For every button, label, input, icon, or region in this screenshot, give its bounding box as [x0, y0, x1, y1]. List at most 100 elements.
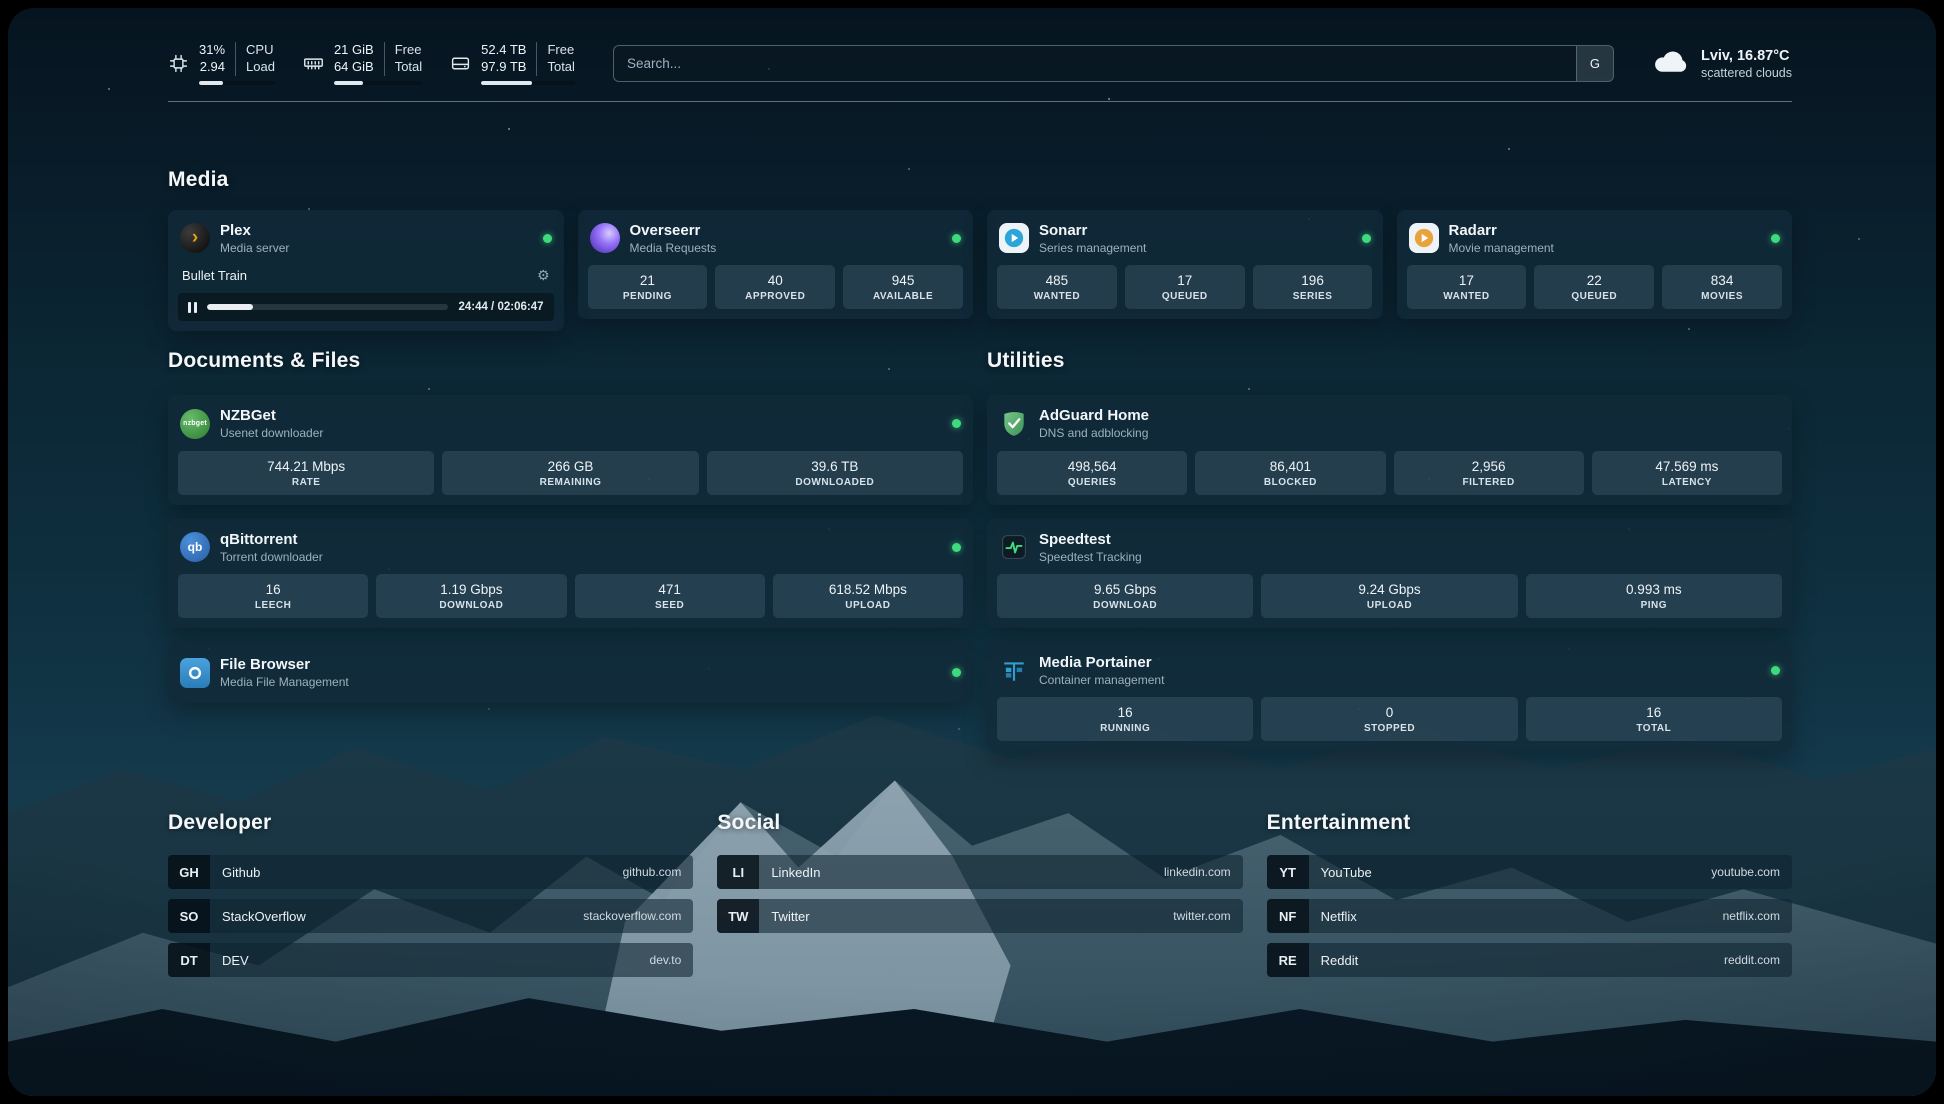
status-dot: [1362, 234, 1371, 243]
playback-progress[interactable]: [207, 304, 448, 310]
disk-total-value: 97.9 TB: [481, 59, 526, 76]
service-card-overseerr[interactable]: Overseerr Media Requests 21 PENDING 40 A…: [578, 210, 974, 319]
stat-queued: 22 QUEUED: [1534, 265, 1654, 309]
stat-download: 9.65 Gbps DOWNLOAD: [997, 574, 1253, 618]
topbar-divider: [168, 101, 1792, 102]
service-title: Radarr: [1449, 222, 1554, 240]
bookmark-github[interactable]: GH Github github.com: [168, 855, 693, 889]
memory-total-label: Total: [395, 59, 422, 76]
bookmark-group-social: Social LI LinkedIn linkedin.com TW Twitt…: [717, 811, 1242, 987]
cpu-progress-bar: [199, 81, 275, 85]
bookmark-youtube[interactable]: YT YouTube youtube.com: [1267, 855, 1792, 889]
bookmark-abbr: DT: [168, 943, 210, 977]
service-title: AdGuard Home: [1039, 407, 1149, 425]
weather-widget: Lviv, 16.87°C scattered clouds: [1652, 47, 1792, 80]
section-title-developer: Developer: [168, 811, 693, 835]
topbar: 31% 2.94 CPU Load: [168, 8, 1792, 85]
playback-time: 24:44 / 02:06:47: [458, 301, 543, 313]
section-title-utilities: Utilities: [987, 349, 1792, 373]
service-card-plex[interactable]: › Plex Media server Bullet Train ⚙: [168, 210, 564, 331]
bookmark-name: Twitter: [771, 909, 809, 924]
weather-condition: scattered clouds: [1701, 66, 1792, 80]
bookmark-name: StackOverflow: [222, 909, 306, 924]
service-subtitle: Media server: [220, 241, 289, 255]
bookmark-stackoverflow[interactable]: SO StackOverflow stackoverflow.com: [168, 899, 693, 933]
stat-queries: 498,564 QUERIES: [997, 451, 1187, 495]
service-card-sonarr[interactable]: Sonarr Series management 485 WANTED 17 Q…: [987, 210, 1383, 319]
status-dot: [952, 234, 961, 243]
gear-icon[interactable]: ⚙: [537, 267, 550, 284]
service-card-adguard[interactable]: AdGuard Home DNS and adblocking 498,564 …: [987, 395, 1792, 504]
disk-total-label: Total: [547, 59, 574, 76]
filebrowser-icon: [180, 658, 210, 688]
overseerr-icon: [590, 223, 620, 253]
service-card-nzbget[interactable]: nzbget NZBGet Usenet downloader 744.21 M…: [168, 395, 973, 504]
disk-progress-bar: [481, 81, 575, 85]
section-media: Media › Plex Media server Bullet Train: [168, 168, 1792, 331]
sonarr-icon: [999, 223, 1029, 253]
dashboard-content: 31% 2.94 CPU Load: [8, 8, 1936, 1096]
section-utilities: Utilities: [987, 349, 1792, 751]
stat-rate: 744.21 Mbps RATE: [178, 451, 434, 495]
disk-icon: [450, 53, 471, 74]
stat-approved: 40 APPROVED: [715, 265, 835, 309]
resource-widget-cpu: 31% 2.94 CPU Load: [168, 42, 275, 85]
status-dot: [952, 668, 961, 677]
stat-stopped: 0 STOPPED: [1261, 697, 1517, 741]
resource-widget-disk: 52.4 TB 97.9 TB Free Total: [450, 42, 575, 85]
stat-seed: 471 SEED: [575, 574, 765, 618]
service-subtitle: Container management: [1039, 673, 1164, 687]
disk-free-label: Free: [547, 42, 574, 59]
cpu-label: CPU: [246, 42, 275, 59]
cloud-icon: [1652, 47, 1689, 79]
bookmark-name: DEV: [222, 953, 249, 968]
service-card-radarr[interactable]: Radarr Movie management 17 WANTED 22 QUE…: [1397, 210, 1793, 319]
bookmark-abbr: TW: [717, 899, 759, 933]
resource-widgets: 31% 2.94 CPU Load: [168, 42, 575, 85]
bookmark-url: linkedin.com: [1164, 865, 1231, 879]
memory-icon: [303, 53, 324, 74]
service-title: NZBGet: [220, 407, 323, 425]
bookmark-netflix[interactable]: NF Netflix netflix.com: [1267, 899, 1792, 933]
service-title: Media Portainer: [1039, 654, 1164, 672]
service-title: File Browser: [220, 656, 349, 674]
status-dot: [952, 543, 961, 552]
bookmark-twitter[interactable]: TW Twitter twitter.com: [717, 899, 1242, 933]
stat-filtered: 2,956 FILTERED: [1394, 451, 1584, 495]
pause-icon[interactable]: [188, 302, 197, 313]
memory-progress-bar: [334, 81, 422, 85]
service-card-qbittorrent[interactable]: qb qBittorrent Torrent downloader 16 LEE…: [168, 519, 973, 628]
service-card-filebrowser[interactable]: File Browser Media File Management: [168, 642, 973, 703]
bookmark-name: YouTube: [1321, 865, 1372, 880]
bookmark-abbr: GH: [168, 855, 210, 889]
service-card-speedtest[interactable]: Speedtest Speedtest Tracking 9.65 Gbps D…: [987, 519, 1792, 628]
bookmark-abbr: RE: [1267, 943, 1309, 977]
stat-queued: 17 QUEUED: [1125, 265, 1245, 309]
bookmark-linkedin[interactable]: LI LinkedIn linkedin.com: [717, 855, 1242, 889]
stat-leech: 16 LEECH: [178, 574, 368, 618]
search-provider-button[interactable]: G: [1576, 46, 1613, 81]
weather-location: Lviv, 16.87°C: [1701, 47, 1792, 66]
stat-wanted: 17 WANTED: [1407, 265, 1527, 309]
stat-blocked: 86,401 BLOCKED: [1195, 451, 1385, 495]
search-input[interactable]: [614, 56, 1576, 71]
stat-upload: 618.52 Mbps UPLOAD: [773, 574, 963, 618]
stat-latency: 47.569 ms LATENCY: [1592, 451, 1782, 495]
stat-total: 16 TOTAL: [1526, 697, 1782, 741]
service-subtitle: Series management: [1039, 241, 1146, 255]
section-documents: Documents & Files nzbget NZBGet Usenet d…: [168, 349, 973, 703]
service-title: Overseerr: [630, 222, 717, 240]
service-title: qBittorrent: [220, 531, 323, 549]
memory-total-value: 64 GiB: [334, 59, 374, 76]
adguard-icon: [999, 409, 1029, 439]
service-card-portainer[interactable]: Media Portainer Container management 16 …: [987, 642, 1792, 751]
memory-free-label: Free: [395, 42, 422, 59]
service-subtitle: Usenet downloader: [220, 426, 323, 440]
bookmark-reddit[interactable]: RE Reddit reddit.com: [1267, 943, 1792, 977]
section-title-media: Media: [168, 168, 1792, 192]
bookmark-name: Github: [222, 865, 260, 880]
bookmark-url: twitter.com: [1173, 909, 1230, 923]
bookmark-dev[interactable]: DT DEV dev.to: [168, 943, 693, 977]
bookmark-group-entertainment: Entertainment YT YouTube youtube.com NF …: [1267, 811, 1792, 987]
stat-available: 945 AVAILABLE: [843, 265, 963, 309]
